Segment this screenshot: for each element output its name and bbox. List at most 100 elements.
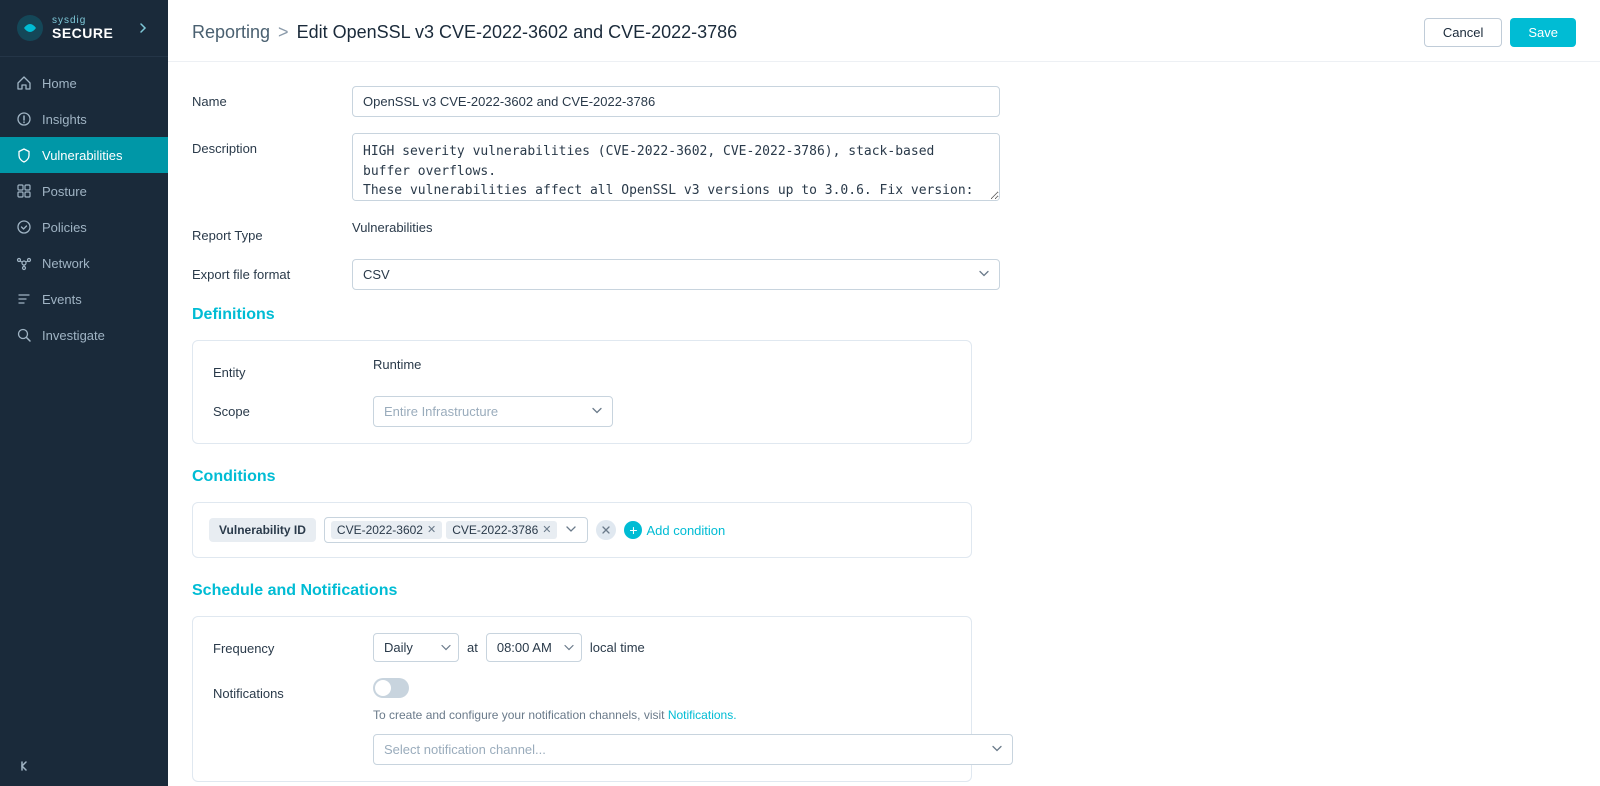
page-header: Reporting > Edit OpenSSL v3 CVE-2022-360… (168, 0, 1600, 62)
sidebar-item-posture[interactable]: Posture (0, 173, 168, 209)
definitions-section-header: Definitions (192, 306, 1124, 324)
header-actions: Cancel Save (1424, 18, 1576, 47)
shield-icon (16, 147, 32, 163)
notifications-link[interactable]: Notifications. (668, 708, 737, 722)
sysdig-logo-icon (16, 14, 44, 42)
description-control (352, 133, 1124, 204)
conditions-section-header: Conditions (192, 468, 1124, 486)
add-condition-icon: + (624, 521, 642, 539)
report-type-label: Report Type (192, 220, 352, 243)
name-input[interactable] (352, 86, 1000, 117)
sidebar-item-policies[interactable]: Policies (0, 209, 168, 245)
sidebar-item-insights[interactable]: Insights (0, 101, 168, 137)
sidebar: sysdig SECURE Home Insights Vulnerabilit… (0, 0, 168, 786)
frequency-inputs: Daily Weekly Monthly at 08:00 AM (373, 633, 951, 662)
sidebar-item-label: Network (42, 256, 90, 271)
scope-row: Scope Entire Infrastructure (213, 396, 951, 427)
sidebar-item-label: Investigate (42, 328, 105, 343)
description-row: Description (192, 133, 1124, 204)
sidebar-item-label: Events (42, 292, 82, 307)
logo-secure: SECURE (52, 26, 113, 41)
sidebar-item-label: Vulnerabilities (42, 148, 122, 163)
name-row: Name (192, 86, 1124, 117)
sidebar-expand-button[interactable] (134, 19, 152, 37)
condition-tag-2: CVE-2022-3786 ✕ (446, 521, 557, 539)
breadcrumb-parent[interactable]: Reporting (192, 22, 270, 43)
export-format-row: Export file format CSV JSON PDF (192, 259, 1124, 290)
notifications-description: To create and configure your notificatio… (373, 706, 873, 724)
sidebar-collapse-button[interactable] (0, 746, 168, 786)
toggle-knob (375, 680, 391, 696)
localtime-label: local time (590, 640, 645, 655)
export-format-select[interactable]: CSV JSON PDF (352, 259, 1000, 290)
scope-label: Scope (213, 396, 373, 419)
sidebar-item-label: Insights (42, 112, 87, 127)
schedule-card: Frequency Daily Weekly Monthly (192, 616, 972, 782)
report-type-value: Vulnerabilities (352, 212, 432, 235)
conditions-card: Vulnerability ID CVE-2022-3602 ✕ CVE-202… (192, 502, 972, 558)
posture-icon (16, 183, 32, 199)
export-format-label: Export file format (192, 259, 352, 282)
cancel-button[interactable]: Cancel (1424, 18, 1502, 47)
at-label: at (467, 640, 478, 655)
notifications-label: Notifications (213, 678, 373, 701)
time-select-wrapper: 08:00 AM 09:00 AM (486, 633, 582, 662)
sidebar-item-network[interactable]: Network (0, 245, 168, 281)
notifications-text-part: To create and configure your notificatio… (373, 708, 665, 722)
export-format-select-wrapper: CSV JSON PDF (352, 259, 1000, 290)
frequency-row: Frequency Daily Weekly Monthly (213, 633, 951, 662)
sidebar-item-label: Posture (42, 184, 87, 199)
definitions-card: Entity Runtime Scope Entire Infrastructu… (192, 340, 972, 444)
investigate-icon (16, 327, 32, 343)
page-title: Edit OpenSSL v3 CVE-2022-3602 and CVE-20… (297, 22, 738, 43)
tag-remove-1[interactable]: ✕ (427, 525, 436, 536)
sidebar-item-vulnerabilities[interactable]: Vulnerabilities (0, 137, 168, 173)
entity-control: Runtime (373, 357, 951, 372)
sidebar-item-label: Policies (42, 220, 87, 235)
sidebar-logo: sysdig SECURE (0, 0, 168, 57)
insights-icon (16, 111, 32, 127)
notification-channel-select[interactable]: Select notification channel... (373, 734, 1013, 765)
notifications-toggle[interactable] (373, 678, 409, 698)
tag-label-1: CVE-2022-3602 (337, 523, 423, 537)
entity-row: Entity Runtime (213, 357, 951, 380)
sidebar-item-home[interactable]: Home (0, 65, 168, 101)
export-format-control: CSV JSON PDF (352, 259, 1124, 290)
name-label: Name (192, 86, 352, 109)
sidebar-item-label: Home (42, 76, 77, 91)
frequency-select[interactable]: Daily Weekly Monthly (373, 633, 459, 662)
report-type-row: Report Type Vulnerabilities (192, 220, 1124, 243)
time-select[interactable]: 08:00 AM 09:00 AM (486, 633, 582, 662)
save-button[interactable]: Save (1510, 18, 1576, 47)
collapse-icon (16, 758, 32, 774)
condition-type-badge: Vulnerability ID (209, 518, 316, 542)
breadcrumb: Reporting > Edit OpenSSL v3 CVE-2022-360… (192, 22, 737, 43)
description-label: Description (192, 133, 352, 156)
schedule-section-header: Schedule and Notifications (192, 582, 1124, 600)
description-textarea[interactable] (352, 133, 1000, 201)
scope-select[interactable]: Entire Infrastructure (373, 396, 613, 427)
sidebar-item-investigate[interactable]: Investigate (0, 317, 168, 353)
home-icon (16, 75, 32, 91)
frequency-select-wrapper: Daily Weekly Monthly (373, 633, 459, 662)
tag-label-2: CVE-2022-3786 (452, 523, 538, 537)
notifications-row: Notifications To create and configure yo… (213, 678, 951, 765)
notifications-control: To create and configure your notificatio… (373, 678, 1013, 765)
condition-dropdown-icon[interactable] (561, 523, 581, 538)
condition-tag-1: CVE-2022-3602 ✕ (331, 521, 442, 539)
sidebar-nav: Home Insights Vulnerabilities Posture Po… (0, 57, 168, 746)
condition-clear-button[interactable] (596, 520, 616, 540)
entity-label: Entity (213, 357, 373, 380)
notification-channel-select-wrapper: Select notification channel... (373, 734, 1013, 765)
scope-select-wrapper: Entire Infrastructure (373, 396, 613, 427)
main-content: Reporting > Edit OpenSSL v3 CVE-2022-360… (168, 0, 1600, 786)
entity-value: Runtime (373, 349, 421, 372)
add-condition-button[interactable]: + Add condition (624, 521, 725, 539)
tag-remove-2[interactable]: ✕ (542, 525, 551, 536)
breadcrumb-separator: > (278, 22, 289, 43)
sidebar-item-events[interactable]: Events (0, 281, 168, 317)
frequency-control: Daily Weekly Monthly at 08:00 AM (373, 633, 951, 662)
form-body: Name Description Report Type Vulnerabili… (168, 62, 1148, 786)
network-icon (16, 255, 32, 271)
add-condition-label: Add condition (646, 523, 725, 538)
